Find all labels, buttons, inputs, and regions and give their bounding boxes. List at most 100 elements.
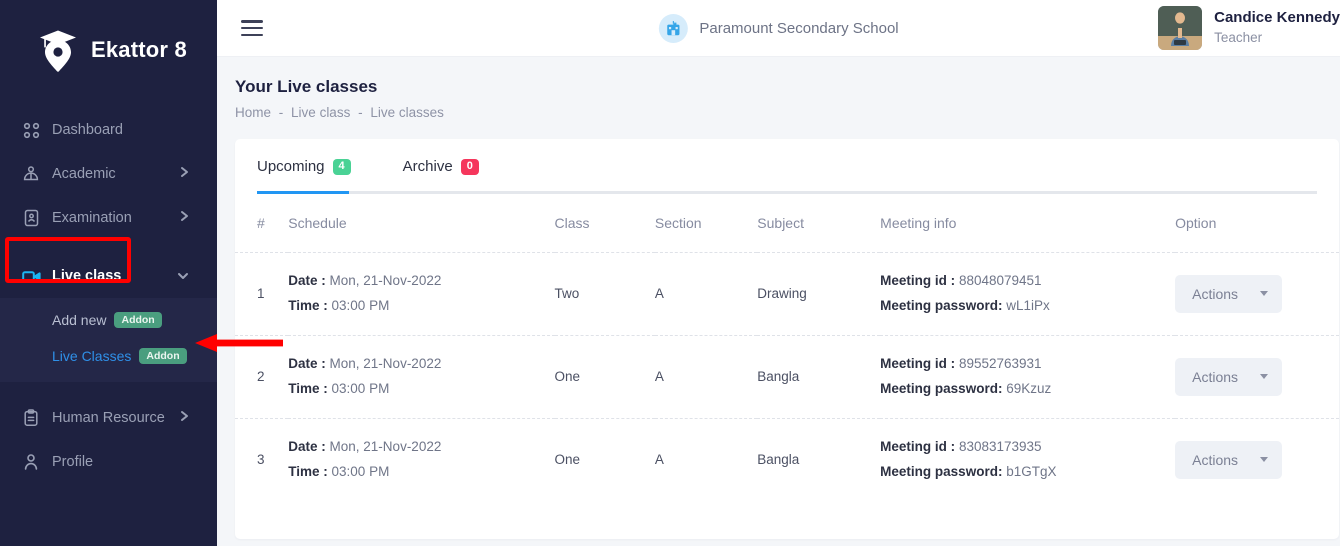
video-camera-icon: [20, 265, 42, 287]
live-classes-table: # Schedule Class Section Subject Meeting…: [235, 194, 1339, 501]
sidebar-item-human-resource[interactable]: Human Resource: [0, 396, 217, 440]
tab-label: Archive: [402, 158, 453, 175]
sidebar-item-label: Profile: [52, 454, 94, 470]
meeting-id-line: Meeting id : 89552763931: [880, 352, 1175, 377]
cell-schedule: Date : Mon, 21-Nov-2022 Time : 03:00 PM: [288, 417, 555, 501]
user-meta: Candice Kennedy Teacher: [1214, 8, 1340, 48]
label-time: Time :: [288, 380, 328, 396]
breadcrumb-item-home[interactable]: Home: [235, 105, 271, 120]
actions-button[interactable]: Actions: [1175, 357, 1283, 396]
chevron-right-icon: [180, 166, 189, 182]
clipboard-icon: [20, 407, 42, 429]
actions-button[interactable]: Actions: [1175, 274, 1283, 313]
value-meeting-id: 89552763931: [958, 355, 1042, 371]
sidebar-item-academic[interactable]: Academic: [0, 152, 217, 196]
value-meeting-password: wL1iPx: [1006, 297, 1050, 313]
cell-subject: Bangla: [757, 417, 881, 501]
value-meeting-password: 69Kzuz: [1006, 380, 1052, 396]
topbar: Paramount Secondary School Candice Kenne…: [217, 0, 1340, 57]
app-root: Ekattor 8 Dashboard Academic Examination…: [0, 0, 1340, 546]
tab-underline: [257, 191, 1317, 194]
column-header-option: Option: [1175, 215, 1217, 231]
avatar: [1158, 6, 1203, 50]
main-area: Paramount Secondary School Candice Kenne…: [217, 0, 1340, 546]
label-date: Date :: [288, 273, 326, 288]
meeting-id-line: Meeting id : 88048079451: [880, 269, 1175, 294]
breadcrumb-separator: -: [278, 105, 284, 120]
cell-subject: Drawing: [757, 252, 881, 336]
sidebar-item-label: Live class: [52, 268, 122, 284]
user-role: Teacher: [1214, 30, 1263, 45]
chevron-down-icon: [1260, 457, 1269, 463]
meeting-password-line: Meeting password: b1GTgX: [880, 460, 1175, 485]
live-classes-card: Upcoming 4 Archive 0 # Schedule Class Se…: [235, 139, 1339, 539]
value-time: 03:00 PM: [331, 463, 390, 479]
breadcrumb-separator: -: [358, 105, 363, 120]
cell-class: One: [554, 334, 655, 419]
breadcrumb-item-live-class[interactable]: Live class: [291, 105, 350, 120]
user-name: Candice Kennedy: [1214, 9, 1340, 26]
column-header-section: Section: [654, 215, 702, 231]
sidebar: Ekattor 8 Dashboard Academic Examination…: [0, 0, 217, 546]
breadcrumb: Home - Live class - Live classes: [235, 105, 1340, 120]
sidebar-item-examination[interactable]: Examination: [0, 196, 217, 240]
chevron-right-icon: [180, 410, 189, 426]
column-header-class: Class: [554, 215, 590, 231]
sidebar-item-label: Examination: [52, 210, 132, 226]
brand[interactable]: Ekattor 8: [0, 0, 217, 100]
tab-archive[interactable]: Archive 0: [403, 139, 479, 194]
value-meeting-password: b1GTgX: [1006, 463, 1057, 479]
actions-button-label: Actions: [1192, 285, 1239, 302]
table-row: 1 Date : Mon, 21-Nov-2022 Time : 03:00 P…: [235, 252, 1339, 336]
cell-schedule: Date : Mon, 21-Nov-2022 Time : 03:00 PM: [288, 334, 555, 419]
value-meeting-id: 83083173935: [958, 438, 1042, 454]
tab-upcoming[interactable]: Upcoming 4: [257, 139, 351, 194]
table-header-row: # Schedule Class Section Subject Meeting…: [235, 194, 1339, 253]
chevron-down-icon: [177, 268, 189, 284]
actions-button-label: Actions: [1192, 368, 1239, 385]
value-meeting-id: 88048079451: [958, 273, 1042, 288]
value-time: 03:00 PM: [331, 380, 390, 396]
column-header-meeting-info: Meeting info: [880, 215, 957, 231]
cell-row-number: 1: [235, 252, 289, 336]
cell-row-number: 3: [235, 417, 289, 501]
label-meeting-id: Meeting id :: [880, 438, 956, 454]
cell-meeting-info: Meeting id : 83083173935 Meeting passwor…: [880, 417, 1176, 501]
label-meeting-id: Meeting id :: [880, 273, 956, 288]
hamburger-icon[interactable]: [241, 20, 263, 36]
table-head: # Schedule Class Section Subject Meeting…: [235, 194, 1339, 253]
submenu-item-add-new[interactable]: Add new Addon: [0, 302, 217, 338]
actions-button-label: Actions: [1192, 451, 1239, 468]
label-meeting-password: Meeting password:: [880, 463, 1003, 479]
grid-dots-icon: [20, 119, 42, 141]
cell-meeting-info: Meeting id : 89552763931 Meeting passwor…: [880, 334, 1176, 419]
live-class-submenu: Add new Addon Live Classes Addon: [0, 298, 217, 382]
label-time: Time :: [288, 463, 328, 479]
tab-active-indicator: [257, 191, 349, 194]
tab-bar: Upcoming 4 Archive 0: [235, 139, 1339, 194]
sidebar-item-live-class[interactable]: Live class: [0, 254, 217, 298]
submenu-item-live-classes[interactable]: Live Classes Addon: [0, 338, 217, 374]
user-menu[interactable]: Candice Kennedy Teacher: [1158, 6, 1340, 50]
chevron-down-icon: [1260, 374, 1269, 380]
cell-subject: Bangla: [757, 334, 881, 419]
cell-option: Actions: [1175, 334, 1339, 419]
column-header-subject: Subject: [757, 215, 804, 231]
label-meeting-password: Meeting password:: [880, 297, 1003, 313]
actions-button[interactable]: Actions: [1175, 440, 1283, 479]
sidebar-item-profile[interactable]: Profile: [0, 440, 217, 484]
schedule-time-line: Time : 03:00 PM: [288, 377, 554, 402]
exam-file-icon: [20, 207, 42, 229]
column-header-schedule: Schedule: [288, 215, 347, 231]
breadcrumb-item-live-classes[interactable]: Live classes: [370, 105, 444, 120]
sidebar-item-dashboard[interactable]: Dashboard: [0, 108, 217, 152]
tab-label: Upcoming: [257, 158, 325, 175]
chevron-right-icon: [180, 210, 189, 226]
school-indicator: Paramount Secondary School: [658, 13, 899, 43]
label-time: Time :: [288, 297, 328, 313]
sidebar-item-label: Dashboard: [52, 122, 123, 138]
sidebar-item-label: Academic: [52, 166, 116, 182]
meeting-password-line: Meeting password: 69Kzuz: [880, 377, 1175, 402]
